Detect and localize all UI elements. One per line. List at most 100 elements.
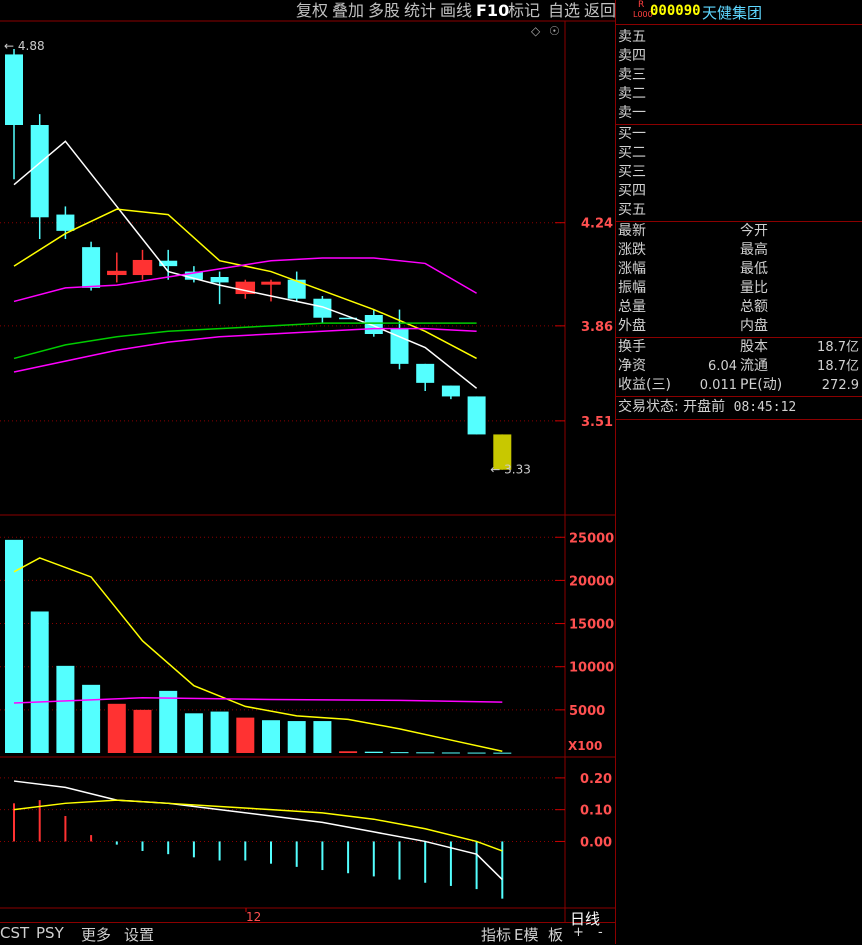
tab-more[interactable]: 更多 xyxy=(81,924,111,945)
pe-value: 272.9 xyxy=(821,378,859,393)
net-assets-value: 6.04 xyxy=(708,359,737,374)
volume-bar xyxy=(390,752,409,754)
pe-label: PE(动) xyxy=(740,377,783,393)
volume-bar xyxy=(236,717,255,753)
volume-bar xyxy=(262,720,280,753)
y-tick-label: 3.51 xyxy=(581,415,613,430)
candle-body xyxy=(5,54,23,125)
indicator-line xyxy=(13,799,503,852)
volume-bar xyxy=(82,684,101,753)
candle-body xyxy=(287,279,306,299)
eps-value: 0.011 xyxy=(699,378,737,393)
divider xyxy=(0,922,615,923)
divider xyxy=(616,221,862,222)
high-label: 最高 xyxy=(740,242,768,258)
zoom-out-button[interactable]: - xyxy=(598,925,603,940)
y-tick-label: 0.20 xyxy=(580,772,612,787)
candle-body xyxy=(416,363,435,383)
y-tick-label: 0.00 xyxy=(580,835,612,850)
y-tick-label: 4.24 xyxy=(581,217,613,232)
candle-body xyxy=(364,315,383,334)
change-pct-label: 涨幅 xyxy=(618,261,646,277)
max-price-label: ← 4.88 xyxy=(4,39,45,53)
share-capital-label: 股本 xyxy=(740,339,768,355)
quote-panel: R L000 000090 天健集团 卖五 卖四 卖三 卖二 卖一 买一 买二 … xyxy=(615,0,862,944)
tab-cst[interactable]: CST xyxy=(0,924,29,942)
stock-name[interactable]: 天健集团 xyxy=(702,2,762,23)
candle-body xyxy=(467,396,486,435)
bottom-tab-bar: CST PSY 更多 设置 指标 E模 板 日线 + - xyxy=(0,910,615,945)
open-label: 今开 xyxy=(740,223,768,239)
candle-body xyxy=(82,247,101,288)
volume-ratio-label: 量比 xyxy=(740,280,768,296)
volume-bar xyxy=(30,611,49,753)
y-tick-label: 0.10 xyxy=(580,804,612,819)
bid-4-label: 买四 xyxy=(618,183,646,199)
y-tick-label: 20000 xyxy=(569,574,614,589)
min-price-label: ← 3.33 xyxy=(490,463,531,477)
diamond-icon[interactable]: ◇ xyxy=(531,24,541,38)
volume-panel: 25000 20000 15000 10000 5000 X100 xyxy=(0,531,614,754)
amount-label: 总额 xyxy=(740,299,768,315)
turnover-label: 换手 xyxy=(618,339,646,355)
low-label: 最低 xyxy=(740,261,768,277)
amplitude-label: 振幅 xyxy=(618,280,646,296)
volume-bar xyxy=(184,713,203,753)
ask-2-label: 卖二 xyxy=(618,86,646,102)
candle-body-fill xyxy=(107,271,126,275)
volume-bar xyxy=(493,752,512,754)
zoom-in-button[interactable]: + xyxy=(573,925,584,940)
volume-bar xyxy=(441,752,460,754)
tab-board[interactable]: 板 xyxy=(548,924,563,945)
bid-1-label: 买一 xyxy=(618,126,646,142)
tab-indicator[interactable]: 指标 xyxy=(481,924,511,945)
price-panel: 4.24 3.86 3.51 ← 4.88 ← 3.33 xyxy=(0,39,613,477)
outer-volume-label: 外盘 xyxy=(618,318,646,334)
net-assets-label: 净资 xyxy=(618,358,646,374)
x-tick-label: 12 xyxy=(246,910,261,922)
y-tick-label: 3.86 xyxy=(581,320,613,335)
ask-5-label: 卖五 xyxy=(618,29,646,45)
ask-3-label: 卖三 xyxy=(618,67,646,83)
share-capital-value: 18.7亿 xyxy=(817,340,859,355)
candle-body xyxy=(441,385,460,397)
volume-bar xyxy=(287,721,306,753)
stock-chart[interactable]: ◇ ☉ 4.24 3.86 3.51 ← 4.88 ← 3.33 25000 20000 1… xyxy=(0,0,615,922)
volume-bar xyxy=(107,703,126,753)
bid-2-label: 买二 xyxy=(618,145,646,161)
bid-5-label: 买五 xyxy=(618,202,646,218)
candle-body xyxy=(30,125,49,218)
total-volume-label: 总量 xyxy=(618,299,646,315)
volume-bar xyxy=(210,711,229,753)
volume-bar xyxy=(133,709,152,753)
y-tick-label: 10000 xyxy=(569,661,614,676)
y-tick-label: 25000 xyxy=(569,531,614,546)
y-tick-label: 5000 xyxy=(569,704,605,719)
divider xyxy=(616,419,862,420)
candle-body-fill xyxy=(262,282,280,284)
pin-icon[interactable]: ☉ xyxy=(549,24,560,38)
stock-code[interactable]: 000090 xyxy=(650,3,701,19)
latest-label: 最新 xyxy=(618,223,646,239)
volume-bar xyxy=(56,665,75,753)
indicator-panel: 0.20 0.10 0.00 12 xyxy=(0,772,612,922)
inner-volume-label: 内盘 xyxy=(740,318,768,334)
candle-body xyxy=(210,277,229,283)
volume-bar xyxy=(159,690,178,753)
tab-settings[interactable]: 设置 xyxy=(124,924,154,945)
volume-bar xyxy=(339,751,358,753)
r-badge: R xyxy=(638,0,645,10)
volume-bar xyxy=(467,752,486,754)
stock-header: R L000 000090 天健集团 xyxy=(616,0,862,24)
change-label: 涨跌 xyxy=(618,242,646,258)
candle-body xyxy=(56,214,75,231)
float-label: 流通 xyxy=(740,358,768,374)
trade-status-time: 08:45:12 xyxy=(733,400,797,415)
tab-psy[interactable]: PSY xyxy=(36,924,64,942)
candle-body-fill xyxy=(133,260,152,275)
candle-body xyxy=(313,298,332,318)
tab-template[interactable]: E模 xyxy=(514,924,538,945)
bid-3-label: 买三 xyxy=(618,164,646,180)
divider xyxy=(616,396,862,397)
volume-bar xyxy=(416,752,435,754)
